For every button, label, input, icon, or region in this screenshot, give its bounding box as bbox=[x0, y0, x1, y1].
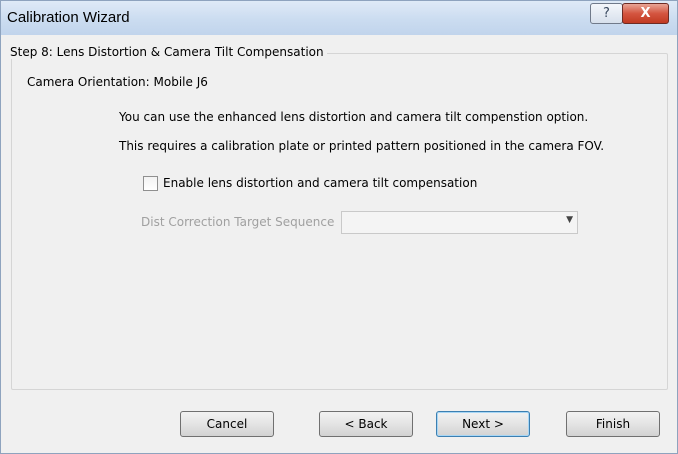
help-button[interactable]: ? bbox=[590, 3, 623, 24]
close-button[interactable]: X bbox=[622, 3, 669, 24]
help-icon: ? bbox=[603, 6, 610, 21]
finish-button[interactable]: Finish bbox=[566, 411, 660, 437]
dist-correction-target-dropdown[interactable]: ▼ bbox=[341, 211, 578, 234]
info-text-1: You can use the enhanced lens distortion… bbox=[119, 110, 589, 124]
camera-orientation-text: Camera Orientation: Mobile J6 bbox=[27, 75, 208, 89]
dist-correction-label: Dist Correction Target Sequence bbox=[141, 215, 335, 229]
enable-compensation-checkbox[interactable] bbox=[143, 176, 158, 191]
back-button[interactable]: < Back bbox=[319, 411, 413, 437]
step-heading: Step 8: Lens Distortion & Camera Tilt Co… bbox=[9, 45, 327, 59]
title-bar: Calibration Wizard ? X bbox=[1, 1, 677, 35]
wizard-body: Step 8: Lens Distortion & Camera Tilt Co… bbox=[7, 35, 671, 449]
window-title: Calibration Wizard bbox=[7, 9, 130, 26]
next-button[interactable]: Next > bbox=[436, 411, 530, 437]
close-icon: X bbox=[640, 6, 651, 21]
calibration-wizard-window: Calibration Wizard ? X Step 8: Lens Dist… bbox=[0, 0, 678, 454]
chevron-down-icon[interactable]: ▼ bbox=[566, 215, 573, 225]
enable-compensation-label[interactable]: Enable lens distortion and camera tilt c… bbox=[163, 176, 477, 190]
info-text-2: This requires a calibration plate or pri… bbox=[119, 139, 605, 153]
cancel-button[interactable]: Cancel bbox=[180, 411, 274, 437]
